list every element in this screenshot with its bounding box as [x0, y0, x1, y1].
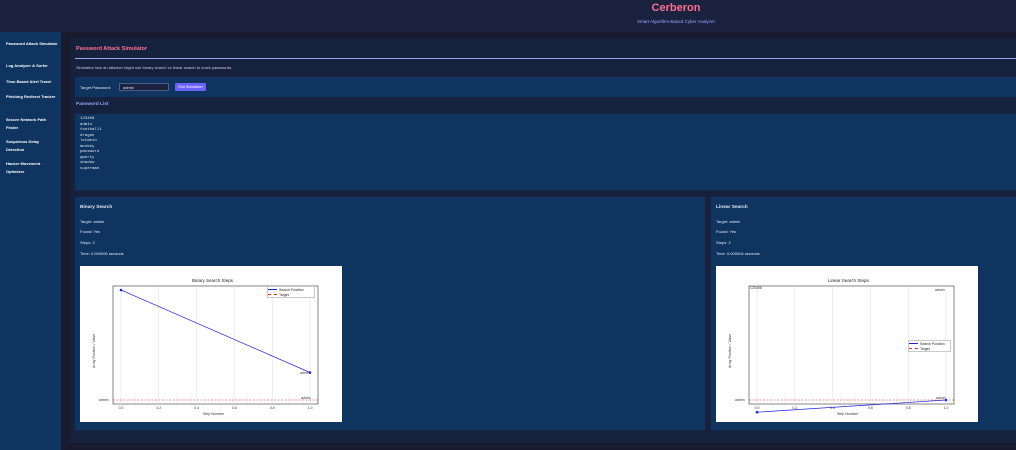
binary-steps-text: Steps: 2 — [80, 240, 95, 245]
binary-plot-legend: Search Position Target — [267, 286, 315, 298]
run-simulation-button[interactable]: Run Simulation — [175, 83, 206, 91]
linear-xtick-label: 1.0 — [944, 406, 949, 410]
binary-found-text: Found: Yes — [80, 229, 101, 234]
password-list-heading: Password List — [76, 102, 109, 107]
binary-ytick-label: admin — [99, 398, 109, 402]
sidebar-item-secure-network-path[interactable]: Secure Network Path Finder — [6, 116, 58, 131]
password-list-item: football1 — [80, 128, 102, 133]
binary-xtick-label: 0.6 — [232, 406, 237, 410]
linear-search-plot: 0.0 0.2 0.4 0.6 0.8 1.0 Linear Search Steps A… — [716, 266, 978, 422]
linear-found-text: Found: Yes — [716, 229, 737, 234]
linear-point-label-start: 123456 — [750, 286, 762, 290]
binary-target-annotation: admin — [301, 396, 311, 400]
binary-plot-title: Binary Search Steps — [192, 278, 234, 283]
linear-search-line — [756, 399, 947, 413]
legend-search-position: Search Position — [279, 287, 304, 292]
sidebar-item-phishing-redirect[interactable]: Phishing Redirect Tracker — [6, 93, 58, 101]
binary-plot-xlabel: Step Number — [203, 412, 225, 416]
linear-steps-text: Steps: 2 — [716, 240, 731, 245]
binary-xtick-label: 1.0 — [308, 406, 313, 410]
binary-xtick-label: 0.4 — [194, 406, 199, 410]
binary-point-label: admin — [300, 371, 310, 375]
binary-xtick-label: 0.8 — [270, 406, 275, 410]
linear-ytick-label: admin — [735, 398, 745, 402]
sidebar-item-password-attack-simulator[interactable]: Password Attack Simulator — [6, 40, 58, 48]
sidebar-item-suspicious-delay[interactable]: Suspicious Delay Detection — [6, 138, 58, 153]
legend-search-position: Search Position — [920, 341, 945, 346]
panel-description: Simulates how an attacker might use bina… — [76, 65, 233, 70]
binary-xtick-label: 0.0 — [119, 406, 124, 410]
password-list-item: password — [80, 150, 100, 155]
binary-plot-ylabel: Array Position / Value — [92, 333, 96, 368]
binary-plot-frame — [112, 285, 319, 405]
password-list-items: 123456 admin football1 dragon letmein monkey p… — [80, 117, 102, 172]
binary-search-title: Binary Search — [80, 205, 113, 210]
linear-time-text: Time: 0.000004 seconds — [716, 251, 760, 256]
linear-xtick-label: 0.0 — [755, 406, 760, 410]
binary-search-point — [119, 288, 123, 292]
target-password-input[interactable] — [119, 83, 169, 91]
linear-plot-title: Linear Search Steps — [828, 278, 869, 283]
linear-search-point — [755, 410, 759, 414]
legend-target: Target — [279, 292, 289, 297]
linear-target-annotation: admin — [936, 396, 946, 400]
linear-xtick-label: 0.8 — [906, 406, 911, 410]
panel-divider — [75, 58, 1016, 59]
password-list — [75, 114, 1016, 190]
sidebar-item-time-based-alert[interactable]: Time-Based Alert Travel — [6, 78, 58, 86]
app-subtitle: Smart Algorithm-Based Cyber Analyzer — [636, 19, 716, 24]
linear-xtick-label: 0.4 — [830, 406, 835, 410]
sidebar-item-hacker-movement[interactable]: Hacker Movement Optimizer — [6, 160, 58, 175]
binary-target-text: Target: admin — [80, 219, 105, 224]
panel-title: Password Attack Simulator — [76, 46, 148, 52]
app-title: Cerberon — [651, 2, 701, 14]
linear-plot-legend: Search Position Target — [908, 340, 951, 352]
password-list-item: superman — [80, 166, 100, 171]
linear-point-label-end: admin — [935, 288, 945, 292]
app-header — [0, 0, 1016, 32]
legend-target: Target — [920, 346, 930, 351]
sidebar-item-log-analyzer[interactable]: Log Analyzer & Sorter — [6, 62, 58, 70]
target-password-label: Target Password: — [80, 85, 111, 90]
binary-time-text: Time: 0.000006 seconds — [80, 251, 124, 256]
linear-xtick-label: 0.6 — [868, 406, 873, 410]
linear-plot-xlabel: Step Number — [837, 412, 859, 416]
target-input-row — [75, 77, 1016, 97]
linear-plot-ylabel: Array Position / Value — [728, 333, 732, 368]
linear-target-text: Target: admin — [716, 219, 741, 224]
linear-search-title: Linear Search — [716, 205, 748, 210]
binary-xtick-label: 0.2 — [156, 406, 161, 410]
binary-search-plot: 0.0 0.2 0.4 0.6 0.8 1.0 Binary Search Steps A… — [80, 266, 342, 422]
binary-search-line — [120, 289, 311, 373]
